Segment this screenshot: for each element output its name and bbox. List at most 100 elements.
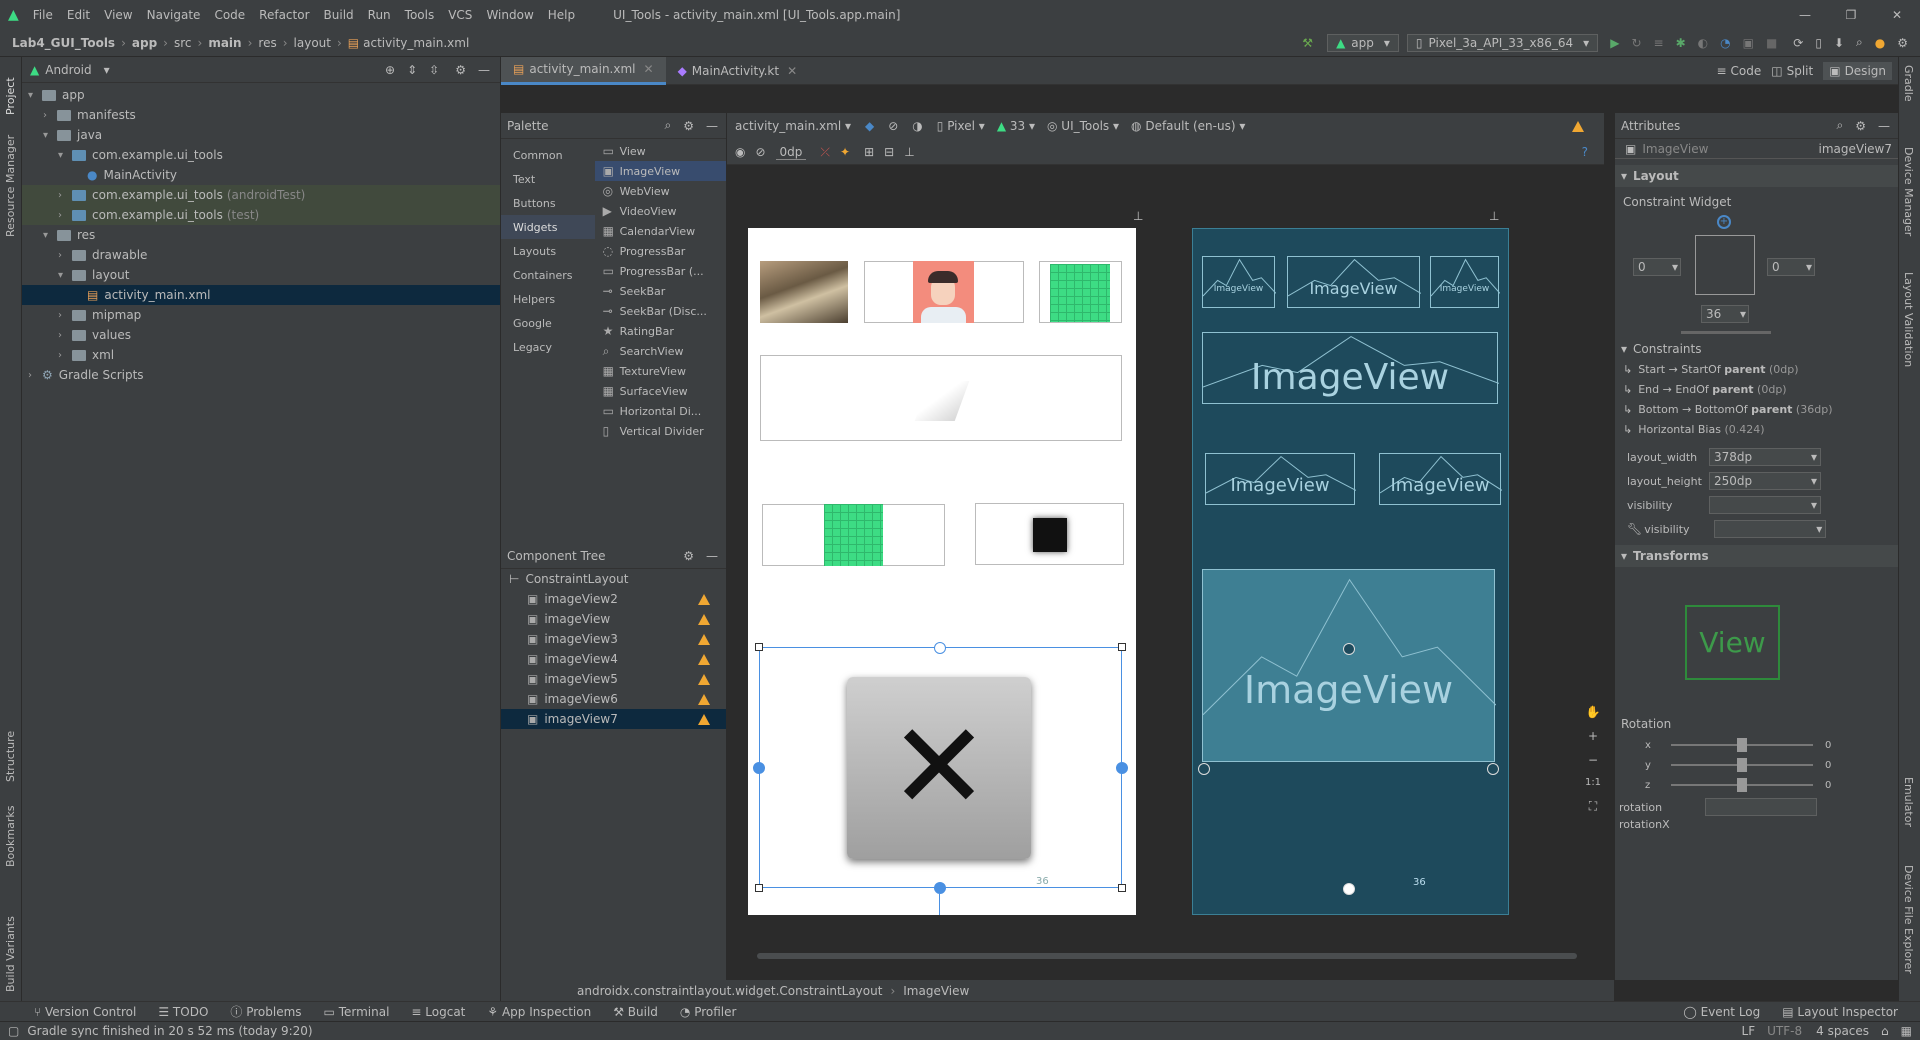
- anchor-left[interactable]: [753, 762, 765, 774]
- chevron-down-icon[interactable]: ▾: [58, 270, 72, 281]
- crumb-main[interactable]: main: [208, 36, 241, 50]
- settings-icon[interactable]: ⚙: [1897, 36, 1908, 50]
- breadcrumb-current[interactable]: ImageView: [903, 984, 969, 998]
- hide-icon[interactable]: —: [706, 549, 718, 563]
- palette-category[interactable]: Legacy: [501, 335, 595, 359]
- project-tree-item[interactable]: › drawable: [22, 245, 500, 265]
- project-tree-item[interactable]: ▾ java: [22, 125, 500, 145]
- theme-select[interactable]: ◎ UI_Tools ▾: [1047, 119, 1119, 133]
- palette-item[interactable]: ★ RatingBar: [595, 321, 726, 341]
- crumb-layout[interactable]: layout: [294, 36, 331, 50]
- attach-debugger-icon[interactable]: ◐: [1698, 36, 1708, 50]
- bp-anchor-right[interactable]: [1487, 763, 1499, 775]
- rotation-slider[interactable]: [1671, 778, 1813, 792]
- problems-tab[interactable]: ⓘ Problems: [230, 1003, 301, 1020]
- rerun-icon[interactable]: ↻: [1631, 36, 1641, 50]
- stop-icon[interactable]: ■: [1766, 36, 1777, 50]
- rotation-slider[interactable]: [1671, 738, 1813, 752]
- blueprint-imageview[interactable]: ImageView: [1379, 453, 1502, 505]
- chevron-right-icon[interactable]: ›: [58, 190, 72, 201]
- locale-select[interactable]: ◍ Default (en-us) ▾: [1131, 119, 1245, 133]
- design-view-button[interactable]: ▣ Design: [1823, 61, 1892, 80]
- run-icon[interactable]: ▶: [1610, 36, 1619, 50]
- menu-edit[interactable]: Edit: [67, 8, 90, 22]
- image-close-button[interactable]: ✕: [847, 677, 1031, 859]
- design-surface-icon[interactable]: ◆: [865, 119, 874, 133]
- palette-item[interactable]: ▶ VideoView: [595, 201, 726, 221]
- gear-icon[interactable]: ⚙: [1855, 119, 1866, 133]
- sdk-manager-icon[interactable]: ⬇: [1834, 36, 1844, 50]
- project-tree-item[interactable]: › com.example.ui_tools (test): [22, 205, 500, 225]
- project-view-dropdown[interactable]: Android: [45, 63, 91, 77]
- code-view-button[interactable]: ≡ Code: [1716, 64, 1761, 78]
- device-file-explorer-tab[interactable]: Device File Explorer: [1902, 865, 1915, 974]
- debug-icon[interactable]: ✱: [1676, 36, 1686, 50]
- chevron-down-icon[interactable]: ▾: [43, 230, 57, 241]
- split-view-button[interactable]: ◫ Split: [1771, 64, 1813, 78]
- component-root[interactable]: ⊢ ConstraintLayout: [501, 569, 726, 589]
- crumb-res[interactable]: res: [258, 36, 276, 50]
- infer-constraints-icon[interactable]: ✦: [840, 145, 850, 159]
- device-select[interactable]: ▯ Pixel ▾: [937, 119, 985, 133]
- rotation-field[interactable]: [1705, 798, 1817, 816]
- menu-code[interactable]: Code: [214, 8, 245, 22]
- chevron-right-icon[interactable]: ›: [43, 110, 57, 121]
- search-icon[interactable]: ⌕: [665, 118, 672, 133]
- orientation-icon[interactable]: ⊘: [888, 119, 898, 133]
- chevron-right-icon[interactable]: ›: [28, 370, 42, 381]
- menu-run[interactable]: Run: [368, 8, 391, 22]
- chevron-right-icon[interactable]: ›: [58, 330, 72, 341]
- project-tool-tab[interactable]: Project: [4, 77, 17, 115]
- profile-icon[interactable]: ◔: [1720, 36, 1730, 50]
- guidelines-icon[interactable]: ⊞: [864, 145, 874, 159]
- search-icon[interactable]: ⌕: [1837, 118, 1844, 133]
- layout-validation-tab[interactable]: Layout Validation: [1902, 272, 1915, 367]
- bias-slider[interactable]: [1681, 331, 1771, 334]
- project-tree-item[interactable]: › mipmap: [22, 305, 500, 325]
- palette-item[interactable]: ◌ ProgressBar: [595, 241, 726, 261]
- search-everywhere-icon[interactable]: ⌕: [1856, 35, 1863, 50]
- crumb-src[interactable]: src: [174, 36, 192, 50]
- structure-tab[interactable]: Structure: [4, 731, 17, 782]
- blueprint-imageview[interactable]: ImageView: [1202, 332, 1499, 404]
- resize-handle-br[interactable]: [1118, 884, 1126, 892]
- palette-item[interactable]: ▯ Vertical Divider: [595, 421, 726, 441]
- palette-item[interactable]: ⊸ SeekBar: [595, 281, 726, 301]
- palette-category[interactable]: Text: [501, 167, 595, 191]
- design-canvas[interactable]: ✕ 36 ImageView ImageView ImageView ImageVie…: [727, 165, 1604, 965]
- project-tree-item[interactable]: ▾ app: [22, 85, 500, 105]
- warning-icon[interactable]: [698, 673, 710, 685]
- palette-category[interactable]: Helpers: [501, 287, 595, 311]
- chevron-down-icon[interactable]: ▾: [28, 90, 42, 101]
- menu-tools[interactable]: Tools: [405, 8, 435, 22]
- device-manager-icon[interactable]: ▯: [1815, 36, 1822, 50]
- logcat-tab[interactable]: ≡ Logcat: [411, 1005, 465, 1019]
- chevron-right-icon[interactable]: ›: [58, 310, 72, 321]
- project-tree-item[interactable]: ● MainActivity: [22, 165, 500, 185]
- version-control-tab[interactable]: ⑂ Version Control: [34, 1005, 136, 1019]
- palette-category[interactable]: Buttons: [501, 191, 595, 215]
- warning-icon[interactable]: [698, 613, 710, 625]
- menu-vcs[interactable]: VCS: [448, 8, 472, 22]
- chevron-right-icon[interactable]: ›: [58, 250, 72, 261]
- image-green-square[interactable]: [824, 504, 883, 566]
- warning-icon[interactable]: [698, 633, 710, 645]
- image-black-square[interactable]: [1033, 518, 1067, 552]
- chevron-down-icon[interactable]: ▾: [43, 130, 57, 141]
- constraints-section-header[interactable]: ▾ Constraints: [1615, 339, 1898, 359]
- project-tree-item[interactable]: ▾ layout: [22, 265, 500, 285]
- warning-icon[interactable]: [698, 653, 710, 665]
- build-tab[interactable]: ⚒ Build: [613, 1005, 658, 1019]
- baseline-icon[interactable]: ⊥: [904, 145, 914, 159]
- project-tree-item[interactable]: › ⚙ Gradle Scripts: [22, 365, 500, 385]
- resize-handle-bl[interactable]: [755, 884, 763, 892]
- project-tree-item[interactable]: ▾ res: [22, 225, 500, 245]
- view-options-icon[interactable]: ◉: [735, 145, 745, 159]
- palette-item[interactable]: ⌕ SearchView: [595, 341, 726, 361]
- memory-icon[interactable]: ▦: [1901, 1024, 1912, 1038]
- close-tab-icon[interactable]: ✕: [787, 64, 797, 78]
- slider-thumb[interactable]: [1737, 758, 1747, 772]
- event-log-tab[interactable]: ◯ Event Log: [1683, 1005, 1760, 1019]
- hide-icon[interactable]: —: [706, 119, 718, 133]
- constraint-item[interactable]: ↳ Horizontal Bias (0.424): [1615, 419, 1898, 439]
